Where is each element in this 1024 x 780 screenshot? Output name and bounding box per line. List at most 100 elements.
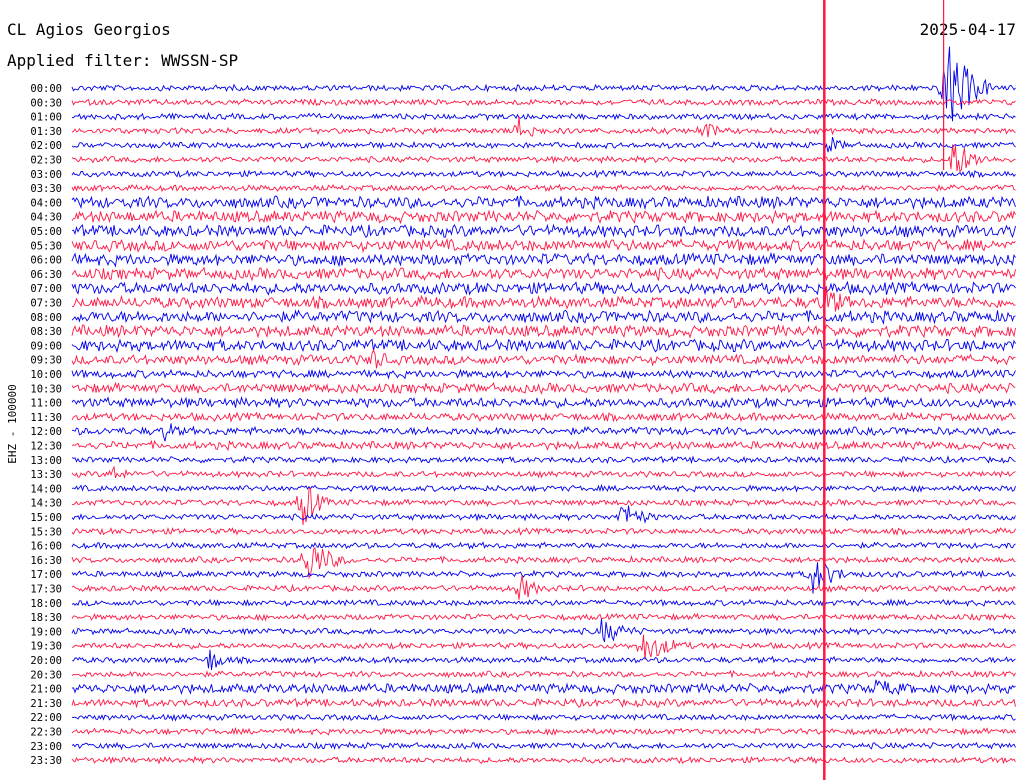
trace-row	[71, 309, 1016, 325]
time-tick-label: 02:00	[30, 140, 62, 152]
time-tick-label: 10:30	[30, 383, 62, 395]
time-tick-label: 09:00	[30, 340, 62, 352]
time-tick-label: 06:30	[30, 269, 62, 281]
trace-row	[71, 526, 1016, 537]
trace-row	[71, 368, 1016, 380]
trace-row	[71, 169, 1016, 179]
time-tick-labels: 00:00 00:30 01:00 01:30 02:00 02:30 03:00 03:30…	[30, 83, 62, 767]
time-tick-label: 16:00	[30, 541, 62, 553]
time-tick-label: 07:30	[30, 298, 62, 310]
trace-row	[71, 251, 1016, 268]
time-tick-label: 22:30	[30, 727, 62, 739]
time-tick-label: 23:00	[30, 741, 62, 753]
trace-row	[71, 618, 1016, 643]
trace-row	[71, 97, 1016, 107]
trace-row	[71, 116, 1016, 138]
time-tick-label: 00:00	[30, 83, 62, 95]
time-tick-label: 05:30	[30, 240, 62, 252]
trace-row	[72, 286, 1016, 312]
time-tick-label: 20:30	[30, 669, 62, 681]
time-tick-label: 18:00	[30, 598, 62, 610]
time-tick-label: 21:30	[30, 698, 62, 710]
time-tick-label: 15:00	[30, 512, 62, 524]
trace-row	[71, 598, 1016, 608]
seismogram-view: CL Agios Georgios 2025-04-17 Applied fil…	[0, 0, 1024, 780]
time-tick-label: 15:30	[30, 526, 62, 538]
trace-row	[71, 183, 1016, 193]
trace-row	[71, 697, 1016, 709]
trace-row	[71, 755, 1016, 765]
time-tick-label: 04:30	[30, 212, 62, 224]
trace-row	[71, 381, 1016, 395]
helicorder-plot: EHZ - 100000 00:00 00:30 01:00 01:30 02:00 02…	[6, 0, 1016, 780]
trace-row	[71, 195, 1016, 211]
time-tick-label: 11:00	[30, 398, 62, 410]
time-tick-label: 23:30	[30, 755, 62, 767]
trace-row	[71, 669, 1016, 679]
time-tick-label: 14:30	[30, 498, 62, 510]
time-tick-label: 05:00	[30, 226, 62, 238]
time-tick-label: 19:30	[30, 641, 62, 653]
time-tick-label: 01:00	[30, 112, 62, 124]
trace-row	[71, 337, 1016, 354]
channel-label: EHZ - 100000	[6, 384, 19, 463]
trace-row	[71, 726, 1016, 736]
time-tick-label: 16:30	[30, 555, 62, 567]
time-tick-label: 04:00	[30, 197, 62, 209]
trace-row	[71, 679, 1016, 696]
time-tick-label: 09:30	[30, 355, 62, 367]
trace-row	[72, 634, 1016, 660]
trace-row	[71, 612, 1016, 622]
trace-row	[71, 649, 1016, 671]
trace-row	[71, 209, 1016, 225]
trace-row	[71, 483, 1016, 493]
time-tick-label: 08:30	[30, 326, 62, 338]
time-tick-label: 17:30	[30, 584, 62, 596]
time-tick-label: 03:00	[30, 169, 62, 181]
time-tick-label: 19:00	[30, 626, 62, 638]
trace-row	[71, 423, 1016, 442]
trace-row	[71, 237, 1016, 254]
trace-row	[71, 411, 1016, 423]
trace-row	[71, 223, 1016, 239]
trace-row	[71, 280, 1016, 296]
time-tick-label: 01:30	[30, 126, 62, 138]
saturated-event-line	[823, 0, 826, 780]
time-tick-label: 07:00	[30, 283, 62, 295]
time-tick-label: 17:00	[30, 569, 62, 581]
time-tick-label: 03:30	[30, 183, 62, 195]
trace-row	[71, 266, 1016, 282]
trace-row	[71, 439, 1016, 451]
trace-row	[71, 395, 1016, 409]
time-tick-label: 11:30	[30, 412, 62, 424]
trace-row	[71, 144, 1016, 173]
trace-row	[71, 465, 1016, 480]
time-tick-label: 10:00	[30, 369, 62, 381]
trace-row	[71, 541, 1016, 550]
trace-row	[71, 323, 1016, 339]
time-tick-label: 06:00	[30, 255, 62, 267]
time-tick-label: 13:30	[30, 469, 62, 481]
trace-row	[71, 136, 1016, 153]
trace-row	[71, 505, 1016, 524]
time-tick-label: 02:30	[30, 155, 62, 167]
trace-row	[71, 575, 1016, 600]
time-tick-label: 22:00	[30, 712, 62, 724]
trace-row	[71, 46, 1016, 122]
time-tick-label: 20:00	[30, 655, 62, 667]
trace-row	[71, 111, 1016, 122]
time-tick-label: 14:00	[30, 483, 62, 495]
seismic-traces	[71, 0, 1016, 780]
trace-row	[71, 455, 1016, 465]
time-tick-label: 18:30	[30, 612, 62, 624]
time-tick-label: 08:00	[30, 312, 62, 324]
time-tick-label: 00:30	[30, 97, 62, 109]
time-tick-label: 13:00	[30, 455, 62, 467]
time-tick-label: 12:30	[30, 441, 62, 453]
trace-row	[71, 741, 1016, 751]
trace-row	[71, 487, 1016, 526]
trace-row	[71, 713, 1016, 722]
time-tick-label: 12:00	[30, 426, 62, 438]
trace-row	[71, 348, 1016, 369]
trace-row	[71, 562, 1016, 594]
